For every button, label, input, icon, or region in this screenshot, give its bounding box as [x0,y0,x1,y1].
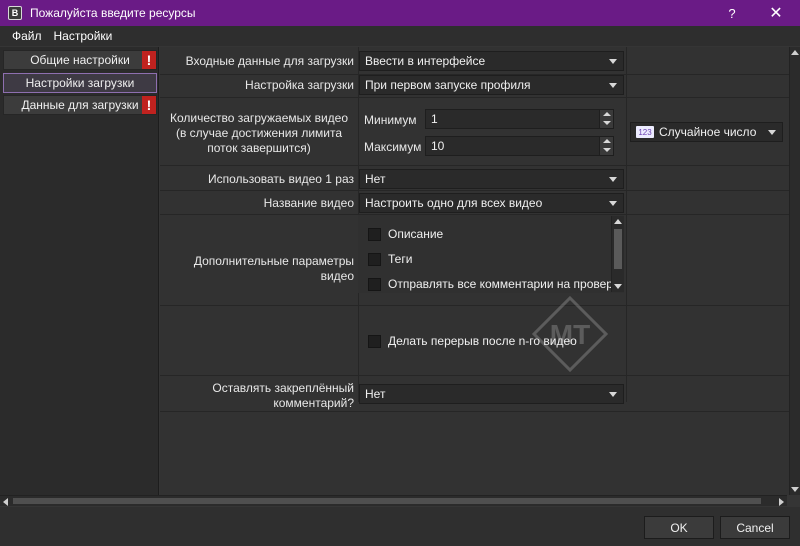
horizontal-scrollbar[interactable] [0,495,787,506]
arrow-left-icon[interactable] [3,498,8,506]
option-label: Отправлять все комментарии на проверку [388,277,624,291]
pause-after-option[interactable]: Делать перерыв после n-го видео [368,334,577,348]
chevron-down-icon [609,83,617,88]
use-once-value: Нет [365,172,386,186]
row-divider [160,411,789,412]
checkbox[interactable] [368,252,381,266]
input-data-label: Входные данные для загрузки [185,54,354,68]
option-label: Описание [388,227,444,241]
pinned-comment-label: Оставлять закреплённый комментарий? [212,381,354,410]
arrow-down-icon[interactable] [791,487,799,492]
warning-icon: ! [142,51,156,69]
close-button[interactable]: ✕ [756,0,796,26]
use-once-select[interactable]: Нет [359,169,624,189]
min-spinbox[interactable]: 1 [425,109,614,129]
sidebar: Общие настройки ! Настройки загрузки Дан… [0,47,159,495]
arrow-up-icon[interactable] [791,50,799,55]
option-description[interactable]: Описание [368,227,443,241]
menu-settings[interactable]: Настройки [48,29,119,43]
pinned-comment-value: Нет [365,387,386,401]
chevron-down-icon [609,59,617,64]
scroll-thumb[interactable] [614,229,622,269]
cancel-button[interactable]: Cancel [720,516,790,539]
option-send-comments[interactable]: Отправлять все комментарии на проверку [368,277,624,291]
upload-setting-select[interactable]: При первом запуске профиля [359,75,624,95]
dialog-footer: OK Cancel [0,507,800,546]
row-divider [160,165,789,166]
sidebar-item-label: Данные для загрузки [21,98,139,112]
arrow-up-icon[interactable] [603,139,611,143]
list-scrollbar[interactable] [611,216,624,292]
settings-panel: Входные данные для загрузки Ввести в инт… [160,47,789,495]
random-number-value: Случайное число [659,125,757,139]
arrow-right-icon[interactable] [779,498,784,506]
row-divider [160,190,789,191]
option-tags[interactable]: Теги [368,252,412,266]
chevron-down-icon [609,177,617,182]
sidebar-item-label: Общие настройки [30,53,130,67]
option-label: Теги [388,252,413,266]
video-name-label: Название видео [263,196,354,210]
number-type-icon: 123 [636,126,654,138]
ok-button[interactable]: OK [644,516,714,539]
random-number-select[interactable]: 123 Случайное число [630,122,783,142]
extra-params-label: Дополнительные параметры видео [193,254,354,283]
title-bar: B Пожалуйста введите ресурсы ? ✕ [0,0,800,26]
spinner-buttons[interactable] [599,137,613,155]
column-divider [626,47,627,402]
sidebar-item-upload-settings[interactable]: Настройки загрузки [3,73,157,93]
video-name-select[interactable]: Настроить одно для всех видео [359,193,624,213]
video-name-value: Настроить одно для всех видео [365,196,543,210]
window-title: Пожалуйста введите ресурсы [30,6,196,20]
pinned-comment-select[interactable]: Нет [359,384,624,404]
scroll-thumb[interactable] [13,498,761,504]
extra-params-list: Описание Теги Отправлять все комментарии… [358,215,624,293]
arrow-down-icon[interactable] [603,148,611,152]
upload-setting-value: При первом запуске профиля [365,78,531,92]
help-button[interactable]: ? [712,0,752,26]
arrow-up-icon[interactable] [614,219,622,224]
max-value: 10 [431,139,445,153]
video-count-label: Количество загружаемых видео (в случае д… [169,111,348,155]
menu-bar: Файл Настройки [0,26,800,46]
chevron-down-icon [609,201,617,206]
row-divider [160,305,789,306]
sidebar-item-upload-data[interactable]: Данные для загрузки ! [3,95,157,115]
main-vertical-scrollbar[interactable] [789,47,800,495]
spinner-buttons[interactable] [599,110,613,128]
arrow-up-icon[interactable] [603,112,611,116]
arrow-down-icon[interactable] [603,121,611,125]
app-icon: B [8,6,22,20]
checkbox[interactable] [368,227,381,241]
input-data-select[interactable]: Ввести в интерфейсе [359,51,624,71]
checkbox[interactable] [368,334,381,348]
chevron-down-icon [609,392,617,397]
input-data-value: Ввести в интерфейсе [365,54,486,68]
upload-setting-label: Настройка загрузки [245,78,354,92]
arrow-down-icon[interactable] [614,284,622,289]
menu-file[interactable]: Файл [6,29,48,43]
chevron-down-icon [768,130,776,135]
max-spinbox[interactable]: 10 [425,136,614,156]
row-divider [160,97,789,98]
min-label: Минимум [364,113,417,127]
warning-icon: ! [142,96,156,114]
min-value: 1 [431,112,438,126]
row-divider [160,375,789,376]
checkbox[interactable] [368,277,381,291]
pause-after-label: Делать перерыв после n-го видео [388,334,577,348]
sidebar-item-general-settings[interactable]: Общие настройки ! [3,50,157,70]
sidebar-item-label: Настройки загрузки [25,76,135,90]
max-label: Максимум [364,140,422,154]
use-once-label: Использовать видео 1 раз [207,172,354,186]
